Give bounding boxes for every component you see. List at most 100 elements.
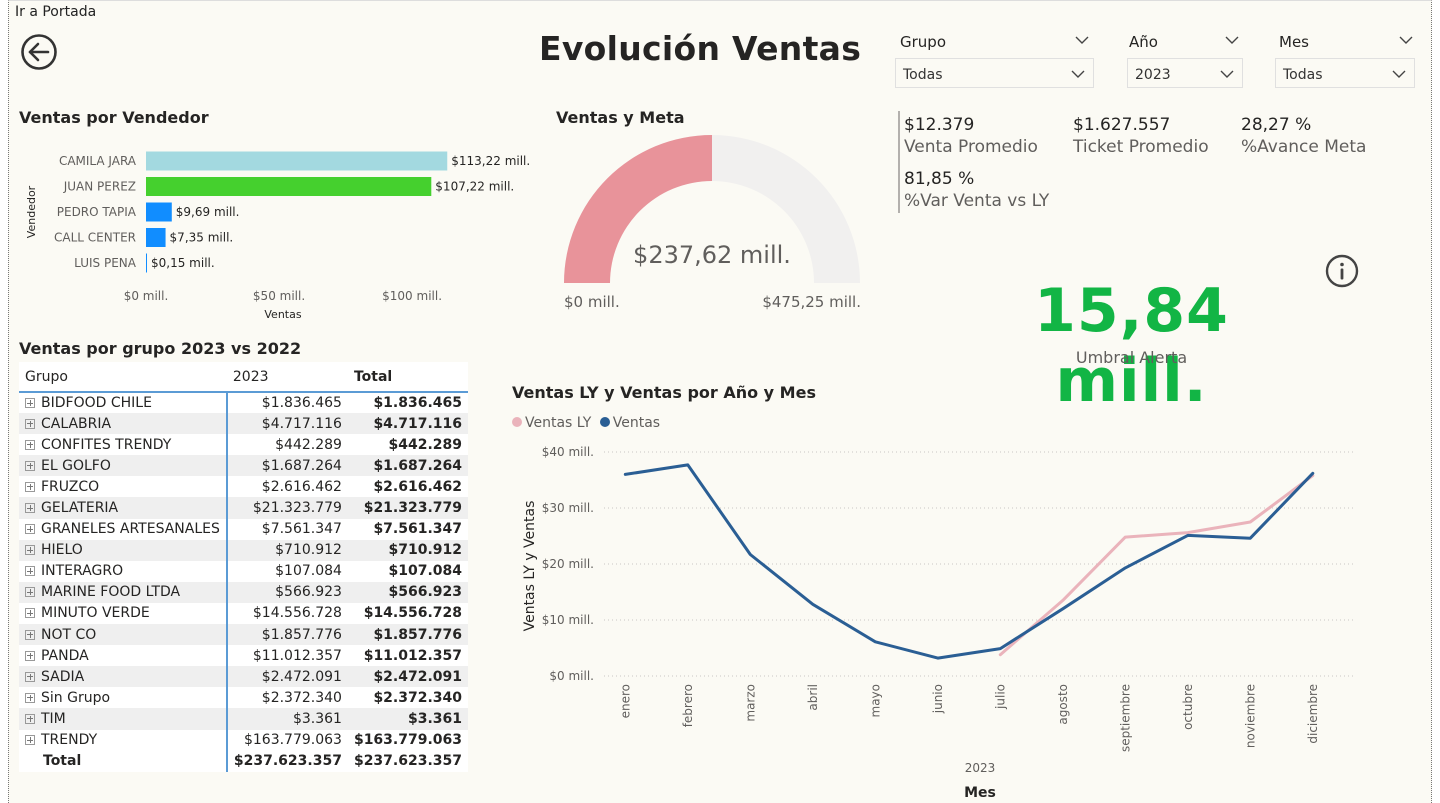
value-2023-cell: $2.616.462 [226, 476, 348, 498]
bar[interactable] [146, 151, 448, 171]
bar[interactable] [146, 253, 147, 273]
umbral-alerta-label: Umbral Alerta [1075, 348, 1188, 367]
expand-plus-icon[interactable] [25, 692, 35, 703]
total-cell: $107.084 [347, 560, 469, 582]
total-value: $237.623.357 [226, 750, 348, 772]
ventas-y-meta-title: Ventas y Meta [556, 108, 685, 127]
expand-plus-icon[interactable] [25, 566, 35, 577]
grupo-name: SADIA [41, 668, 85, 685]
table-row[interactable]: Sin Grupo $2.372.340 $2.372.340 [19, 687, 469, 709]
table-row[interactable]: CONFITES TRENDY $442.289 $442.289 [19, 434, 469, 456]
expand-plus-icon[interactable] [25, 398, 35, 409]
column-header-2023[interactable]: 2023 [226, 362, 348, 393]
legend-item-ventas[interactable]: Ventas [599, 415, 660, 431]
legend-item-ventas-ly[interactable]: Ventas LY [512, 415, 591, 431]
bar[interactable] [146, 202, 172, 222]
table-row[interactable]: PANDA $11.012.357 $11.012.357 [19, 645, 469, 667]
grupo-cell: HIELO [19, 539, 228, 561]
slicer-header-chevron-icon[interactable] [1399, 33, 1413, 47]
grupo-cell: CALABRIA [19, 413, 228, 435]
table-row[interactable]: HIELO $710.912 $710.912 [19, 539, 469, 561]
expand-plus-icon[interactable] [25, 545, 35, 556]
table-row[interactable]: NOT CO $1.857.776 $1.857.776 [19, 624, 469, 646]
column-header-grupo[interactable]: Grupo [19, 362, 227, 393]
y-axis-label: Ventas LY y Ventas [522, 501, 538, 632]
x-tick-label: $50 mill. [253, 289, 305, 303]
table-row[interactable]: SADIA $2.472.091 $2.472.091 [19, 666, 469, 688]
y-axis-label: Vendedor [25, 185, 38, 238]
x-tick-label: $0 mill. [124, 289, 169, 303]
expand-plus-icon[interactable] [25, 629, 35, 640]
ventas-ly-line-chart[interactable]: $0 mill. $10 mill. $20 mill. $30 mill. $40 m… [504, 436, 1364, 801]
table-row[interactable]: FRUZCO $2.616.462 $2.616.462 [19, 476, 469, 498]
slicer-anio[interactable]: Año 2023 [1127, 31, 1247, 89]
slicer-mes[interactable]: Mes Todas [1275, 31, 1417, 89]
slicer-grupo-dropdown[interactable]: Todas [895, 58, 1094, 88]
table-row[interactable]: MINUTO VERDE $14.556.728 $14.556.728 [19, 602, 469, 625]
expand-plus-icon[interactable] [25, 418, 35, 429]
expand-plus-icon[interactable] [25, 481, 35, 492]
expand-plus-icon[interactable] [25, 439, 35, 450]
series-line-ventas[interactable] [623, 463, 1315, 660]
value-2023-cell: $4.717.116 [226, 413, 348, 435]
bar-category-label: LUIS PENA [74, 256, 137, 270]
slicer-mes-dropdown[interactable]: Todas [1275, 58, 1415, 88]
slicer-mes-label: Mes [1279, 33, 1309, 51]
table-row[interactable]: EL GOLFO $1.687.264 $1.687.264 [19, 455, 469, 477]
table-row[interactable]: TIM $3.361 $3.361 [19, 708, 469, 730]
grupo-name: MINUTO VERDE [41, 605, 150, 622]
grupo-cell: EL GOLFO [19, 455, 228, 477]
grupo-name: Sin Grupo [41, 689, 111, 706]
slicer-header-chevron-icon[interactable] [1225, 33, 1239, 47]
kpi-divider [898, 111, 900, 213]
value-2023-cell: $2.472.091 [226, 666, 348, 688]
bar[interactable] [146, 228, 166, 247]
table-row[interactable]: GRANELES ARTESANALES $7.561.347 $7.561.347 [19, 518, 469, 540]
expand-plus-icon[interactable] [25, 608, 35, 619]
expand-plus-icon[interactable] [25, 524, 35, 535]
ventas-por-vendedor-chart[interactable]: CAMILA JARA $113,22 mill. JUAN PEREZ $107,2… [13, 137, 533, 327]
go-to-portada-link[interactable]: Ir a Portada [15, 4, 96, 20]
y-tick-label: $40 mill. [542, 445, 594, 459]
kpi-value: 81,85 % [904, 169, 975, 189]
expand-plus-icon[interactable] [25, 671, 35, 682]
ventas-por-vendedor-title: Ventas por Vendedor [19, 108, 209, 127]
table-row[interactable]: MARINE FOOD LTDA $566.923 $566.923 [19, 581, 469, 603]
slicer-anio-dropdown[interactable]: 2023 [1127, 58, 1243, 88]
bar-data-label: $107,22 mill. [435, 180, 514, 194]
x-tick-label: julio [993, 684, 1007, 710]
expand-plus-icon[interactable] [25, 713, 35, 724]
expand-plus-icon[interactable] [25, 587, 35, 598]
column-header-total[interactable]: Total [347, 362, 469, 393]
series-line-ventas-ly[interactable] [998, 474, 1315, 657]
legend-label: Ventas LY [525, 415, 592, 431]
table-row[interactable]: BIDFOOD CHILE $1.836.465 $1.836.465 [19, 392, 469, 414]
slicer-grupo[interactable]: Grupo Todas [895, 31, 1095, 89]
grupo-name: HIELO [41, 542, 83, 559]
expand-plus-icon[interactable] [25, 460, 35, 471]
info-icon[interactable] [1325, 254, 1359, 288]
total-cell: $2.616.462 [347, 476, 469, 498]
x-tick-label: agosto [1056, 684, 1070, 725]
table-row[interactable]: INTERAGRO $107.084 $107.084 [19, 560, 469, 582]
table-row[interactable]: GELATERIA $21.323.779 $21.323.779 [19, 497, 469, 519]
grupo-name: CONFITES TRENDY [41, 436, 172, 453]
bar[interactable] [146, 177, 432, 196]
slicer-grupo-label: Grupo [900, 33, 946, 51]
value-2023-cell: $14.556.728 [226, 602, 348, 625]
value-2023-cell: $2.372.340 [226, 687, 348, 709]
gauge-min-label: $0 mill. [564, 293, 620, 311]
ventas-por-grupo-table[interactable]: Grupo 2023 Total BIDFOOD CHILE $1.836.465… [19, 362, 469, 772]
value-2023-cell: $1.687.264 [226, 455, 348, 477]
expand-plus-icon[interactable] [25, 650, 35, 661]
x-tick-label: septiembre [1118, 684, 1132, 752]
value-2023-cell: $566.923 [226, 581, 348, 603]
ventas-y-meta-gauge[interactable]: $237,62 mill. $0 mill. $475,25 mill. [544, 131, 884, 321]
expand-plus-icon[interactable] [25, 735, 35, 746]
slicer-header-chevron-icon[interactable] [1075, 33, 1089, 47]
table-row[interactable]: TRENDY $163.779.063 $163.779.063 [19, 729, 469, 751]
back-arrow-icon[interactable] [20, 33, 58, 71]
grupo-name: GRANELES ARTESANALES [41, 521, 220, 538]
table-row[interactable]: CALABRIA $4.717.116 $4.717.116 [19, 413, 469, 435]
expand-plus-icon[interactable] [25, 503, 35, 514]
